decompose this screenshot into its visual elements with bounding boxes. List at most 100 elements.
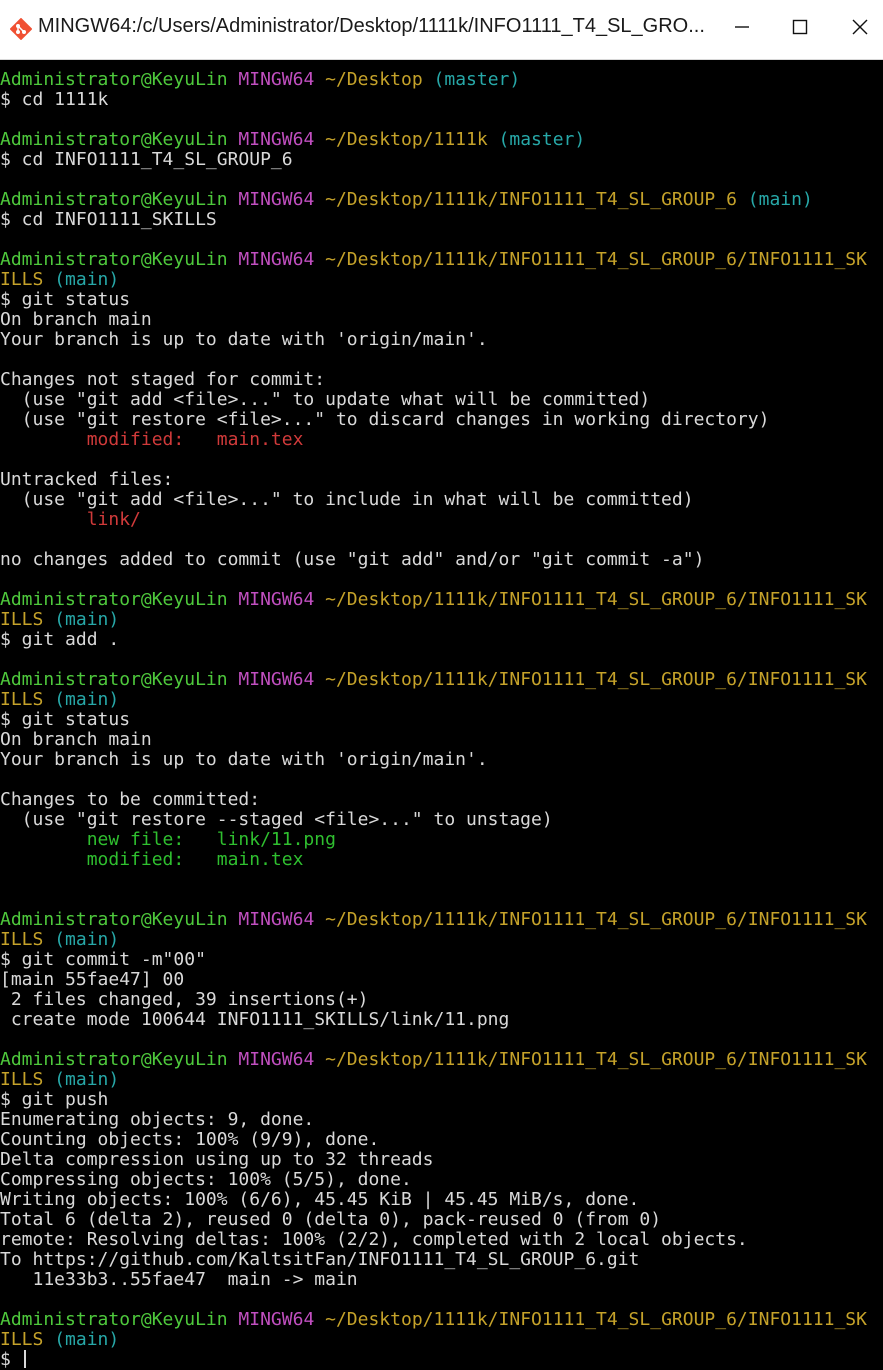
output-text: remote: Resolving deltas: 100% (2/2), co…	[0, 1230, 748, 1250]
prompt-line-wrap: ILLS (main)	[0, 1070, 883, 1090]
output-text: To https://github.com/KaltsitFan/INFO111…	[0, 1250, 640, 1270]
prompt-msystem: MINGW64	[238, 70, 315, 90]
close-icon	[852, 19, 868, 40]
output-line: (use "git restore --staged <file>..." to…	[0, 810, 883, 830]
prompt-line: Administrator@KeyuLin MINGW64 ~/Desktop/…	[0, 910, 883, 930]
output-line: Delta compression using up to 32 threads	[0, 1150, 883, 1170]
prompt-msystem: MINGW64	[238, 1050, 315, 1070]
terminal-window: MINGW64:/c/Users/Administrator/Desktop/1…	[0, 0, 883, 1370]
command-text: $ git status	[0, 710, 131, 730]
prompt-branch: (master)	[433, 70, 521, 90]
command-line: $ cd 1111k	[0, 90, 883, 110]
output-line: new file: link/11.png	[0, 830, 883, 850]
output-text: new file: link/11.png	[0, 830, 336, 850]
window-title: MINGW64:/c/Users/Administrator/Desktop/1…	[38, 15, 705, 37]
command-line: $	[0, 1350, 883, 1370]
prompt-user-host: Administrator@KeyuLin	[0, 1310, 228, 1330]
prompt-path-wrap: ILLS	[0, 1070, 44, 1090]
output-text: Changes to be committed:	[0, 790, 261, 810]
output-line: remote: Resolving deltas: 100% (2/2), co…	[0, 1230, 883, 1250]
output-line: Untracked files:	[0, 470, 883, 490]
output-line: Compressing objects: 100% (5/5), done.	[0, 1170, 883, 1190]
output-text: (use "git add <file>..." to update what …	[0, 390, 651, 410]
command-line: $ git status	[0, 710, 883, 730]
maximize-button[interactable]	[770, 0, 830, 58]
output-line: modified: main.tex	[0, 850, 883, 870]
prompt-branch: (main)	[54, 930, 120, 950]
prompt-line: Administrator@KeyuLin MINGW64 ~/Desktop …	[0, 70, 883, 90]
command-text: $ cd 1111k	[0, 90, 109, 110]
prompt-msystem: MINGW64	[238, 670, 315, 690]
output-text: modified: main.tex	[0, 850, 304, 870]
output-line: create mode 100644 INFO1111_SKILLS/link/…	[0, 1010, 883, 1030]
prompt-path: ~/Desktop/1111k/INFO1111_T4_SL_GROUP_6/I…	[325, 590, 867, 610]
prompt-path-wrap: ILLS	[0, 1330, 44, 1350]
output-text: Total 6 (delta 2), reused 0 (delta 0), p…	[0, 1210, 662, 1230]
prompt-path: ~/Desktop/1111k	[325, 130, 488, 150]
output-text: Writing objects: 100% (6/6), 45.45 KiB |…	[0, 1190, 640, 1210]
output-line: (use "git restore <file>..." to discard …	[0, 410, 883, 430]
prompt-path: ~/Desktop/1111k/INFO1111_T4_SL_GROUP_6	[325, 190, 737, 210]
maximize-icon	[792, 19, 808, 40]
output-text: link/	[0, 510, 141, 530]
minimize-icon	[734, 19, 750, 40]
output-text: (use "git restore <file>..." to discard …	[0, 410, 770, 430]
prompt-user-host: Administrator@KeyuLin	[0, 910, 228, 930]
output-text: (use "git add <file>..." to include in w…	[0, 490, 694, 510]
prompt-branch: (main)	[747, 190, 813, 210]
prompt-user-host: Administrator@KeyuLin	[0, 590, 228, 610]
output-line: Total 6 (delta 2), reused 0 (delta 0), p…	[0, 1210, 883, 1230]
prompt-user-host: Administrator@KeyuLin	[0, 190, 228, 210]
title-bar[interactable]: MINGW64:/c/Users/Administrator/Desktop/1…	[0, 0, 883, 60]
close-button[interactable]	[830, 0, 883, 58]
output-text: On branch main	[0, 730, 152, 750]
command-text: $	[0, 1350, 22, 1370]
output-text: 2 files changed, 39 insertions(+)	[0, 990, 369, 1010]
output-text: create mode 100644 INFO1111_SKILLS/link/…	[0, 1010, 510, 1030]
output-line: Enumerating objects: 9, done.	[0, 1110, 883, 1130]
output-text: [main 55fae47] 00	[0, 970, 185, 990]
prompt-path: ~/Desktop/1111k/INFO1111_T4_SL_GROUP_6/I…	[325, 670, 867, 690]
output-line: 11e33b3..55fae47 main -> main	[0, 1270, 883, 1290]
prompt-user-host: Administrator@KeyuLin	[0, 1050, 228, 1070]
output-line: modified: main.tex	[0, 430, 883, 450]
output-text: On branch main	[0, 310, 152, 330]
output-text: Enumerating objects: 9, done.	[0, 1110, 315, 1130]
output-line: Your branch is up to date with 'origin/m…	[0, 330, 883, 350]
output-line: Counting objects: 100% (9/9), done.	[0, 1130, 883, 1150]
prompt-path: ~/Desktop/1111k/INFO1111_T4_SL_GROUP_6/I…	[325, 250, 867, 270]
output-line: On branch main	[0, 730, 883, 750]
prompt-msystem: MINGW64	[238, 250, 315, 270]
prompt-path: ~/Desktop/1111k/INFO1111_T4_SL_GROUP_6/I…	[325, 1050, 867, 1070]
output-text: 11e33b3..55fae47 main -> main	[0, 1270, 358, 1290]
command-text: $ git push	[0, 1090, 109, 1110]
prompt-branch: (main)	[54, 690, 120, 710]
prompt-path: ~/Desktop/1111k/INFO1111_T4_SL_GROUP_6/I…	[325, 1310, 867, 1330]
command-line: $ git status	[0, 290, 883, 310]
output-line: no changes added to commit (use "git add…	[0, 550, 883, 570]
prompt-path-wrap: ILLS	[0, 610, 44, 630]
output-line: 2 files changed, 39 insertions(+)	[0, 990, 883, 1010]
prompt-msystem: MINGW64	[238, 130, 315, 150]
command-text: $ git status	[0, 290, 131, 310]
prompt-branch: (main)	[54, 270, 120, 290]
minimize-button[interactable]	[712, 0, 772, 58]
command-line: $ git push	[0, 1090, 883, 1110]
output-text: Delta compression using up to 32 threads	[0, 1150, 434, 1170]
prompt-path-wrap: ILLS	[0, 930, 44, 950]
output-text: no changes added to commit (use "git add…	[0, 550, 705, 570]
output-text: Your branch is up to date with 'origin/m…	[0, 750, 488, 770]
prompt-line-wrap: ILLS (main)	[0, 270, 883, 290]
terminal-output[interactable]: Administrator@KeyuLin MINGW64 ~/Desktop …	[0, 70, 883, 1370]
prompt-msystem: MINGW64	[238, 590, 315, 610]
